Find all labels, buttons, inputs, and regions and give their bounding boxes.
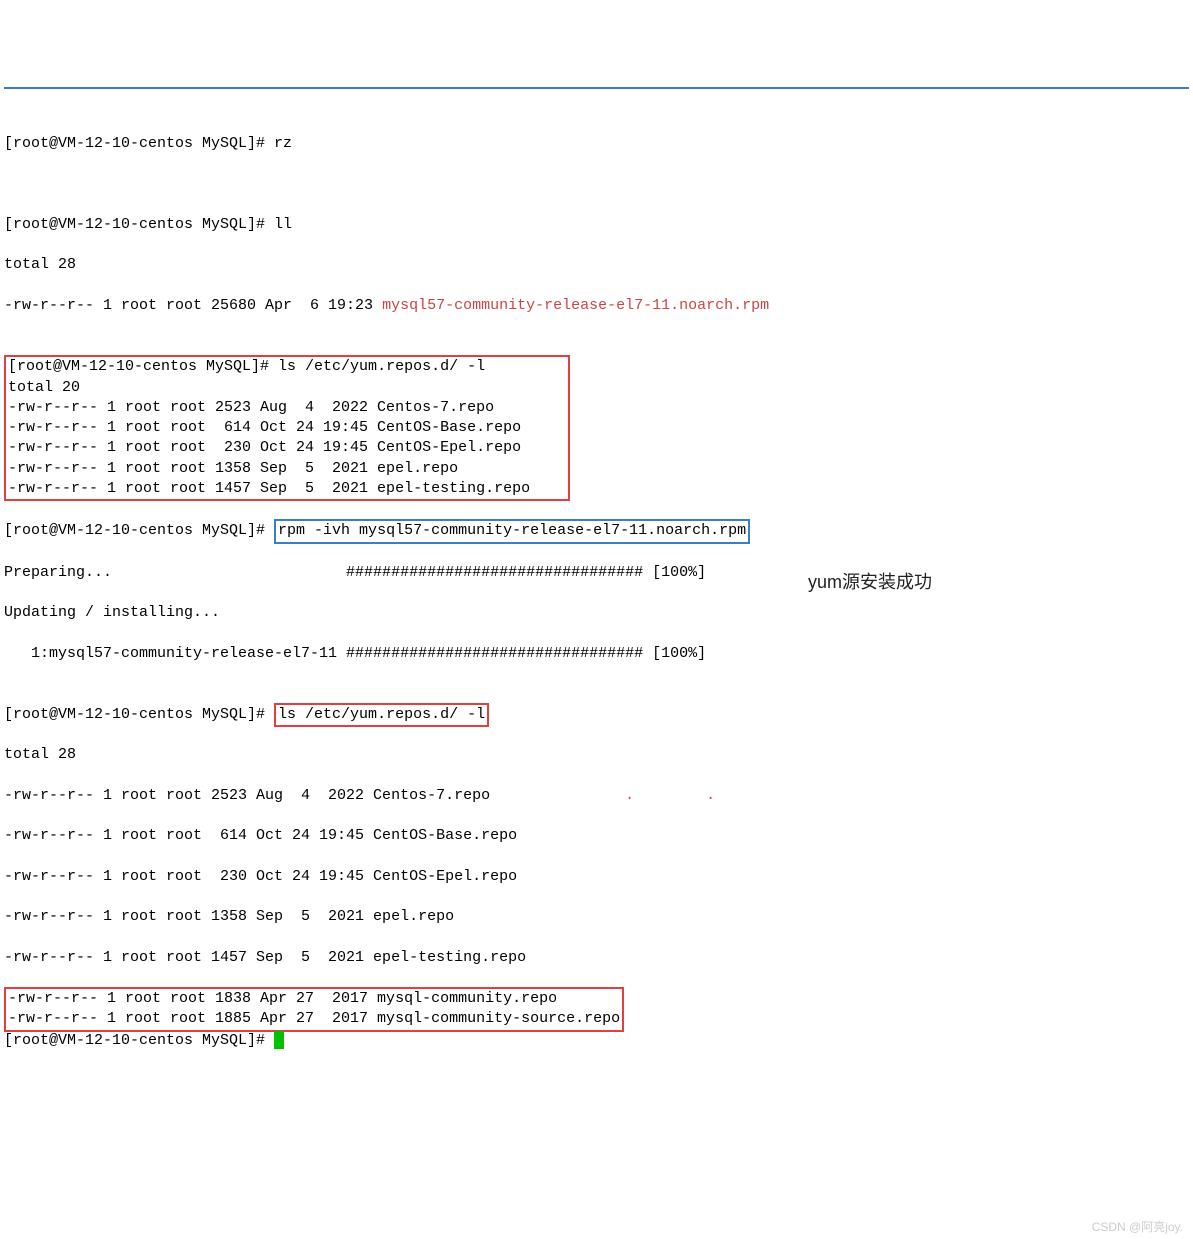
terminal-line: [root@VM-12-10-centos MySQL]# ls /etc/yu… (8, 358, 566, 375)
ls-entry: -rw-r--r-- 1 root root 614 Oct 24 19:45 … (8, 419, 521, 436)
file-perms: -rw-r--r-- 1 root root 25680 Apr 6 19:23 (4, 297, 382, 314)
ls-entry: -rw-r--r-- 1 root root 1457 Sep 5 2021 e… (4, 948, 1189, 968)
command-ll: ll (274, 216, 292, 233)
terminal-line: [root@VM-12-10-centos MySQL]# rpm -ivh m… (4, 520, 1189, 542)
blank-line (4, 174, 1189, 194)
terminal-line: [root@VM-12-10-centos MySQL]# ls /etc/yu… (4, 705, 1189, 725)
prompt: [root@VM-12-10-centos MySQL]# (4, 1032, 274, 1049)
command-rpm: rpm -ivh mysql57-community-release-el7-1… (278, 522, 746, 539)
ll-total: total 28 (4, 255, 1189, 275)
rpm-output: Preparing... ###########################… (4, 563, 1189, 583)
ls-entry: -rw-r--r-- 1 root root 2523 Aug 4 2022 C… (8, 399, 494, 416)
ls-total: total 28 (4, 745, 1189, 765)
annotation-yum-success: yum源安装成功 (808, 570, 932, 594)
prompt: [root@VM-12-10-centos MySQL]# (4, 522, 274, 539)
ls-total: total 20 (8, 379, 80, 396)
watermark: CSDN @阿亮joy. (1092, 1219, 1183, 1235)
ls-entry: -rw-r--r-- 1 root root 1358 Sep 5 2021 e… (4, 907, 1189, 927)
command-ls-repo: ls /etc/yum.repos.d/ -l (278, 358, 485, 375)
terminal-line: [root@VM-12-10-centos MySQL]# rz (4, 134, 1189, 154)
ls-entry: -rw-r--r-- 1 root root 230 Oct 24 19:45 … (4, 867, 1189, 887)
command-ls-repo: ls /etc/yum.repos.d/ -l (278, 706, 485, 723)
red-highlight-ls-cmd: ls /etc/yum.repos.d/ -l (274, 703, 489, 727)
prompt: [root@VM-12-10-centos MySQL]# (8, 358, 278, 375)
ls-entry: -rw-r--r-- 1 root root 1358 Sep 5 2021 e… (8, 460, 458, 477)
ls-entry: -rw-r--r-- 1 root root 614 Oct 24 19:45 … (4, 826, 1189, 846)
cursor-icon[interactable] (274, 1031, 284, 1049)
red-highlight-new-repos: -rw-r--r-- 1 root root 1838 Apr 27 2017 … (4, 987, 624, 1032)
ll-file-line: -rw-r--r-- 1 root root 25680 Apr 6 19:23… (4, 296, 1189, 316)
terminal-line: [root@VM-12-10-centos MySQL]# ll (4, 215, 1189, 235)
ls-entry-mysql-source-repo: -rw-r--r-- 1 root root 1885 Apr 27 2017 … (8, 1010, 620, 1027)
prompt: [root@VM-12-10-centos MySQL]# (4, 706, 274, 723)
ls-entry: -rw-r--r-- 1 root root 230 Oct 24 19:45 … (8, 439, 521, 456)
prompt: [root@VM-12-10-centos MySQL]# (4, 216, 274, 233)
prompt: [root@VM-12-10-centos MySQL]# (4, 135, 274, 152)
terminal-line: [root@VM-12-10-centos MySQL]# (4, 1031, 1189, 1051)
top-border (4, 87, 1189, 89)
blue-highlight-rpm-cmd: rpm -ivh mysql57-community-release-el7-1… (274, 519, 750, 543)
ls-entry: -rw-r--r-- 1 root root 1457 Sep 5 2021 e… (8, 480, 530, 497)
red-dots: . . (625, 787, 715, 804)
ls-entry-mysql-repo: -rw-r--r-- 1 root root 1838 Apr 27 2017 … (8, 990, 620, 1007)
rpm-output: 1:mysql57-community-release-el7-11 #####… (4, 644, 1189, 664)
mysql-rpm-filename: mysql57-community-release-el7-11.noarch.… (382, 297, 769, 314)
rpm-output: Updating / installing... (4, 603, 1189, 623)
red-highlight-box-1: [root@VM-12-10-centos MySQL]# ls /etc/yu… (4, 355, 570, 501)
ls-entry: -rw-r--r-- 1 root root 2523 Aug 4 2022 C… (4, 786, 1189, 806)
command-rz: rz (274, 135, 292, 152)
